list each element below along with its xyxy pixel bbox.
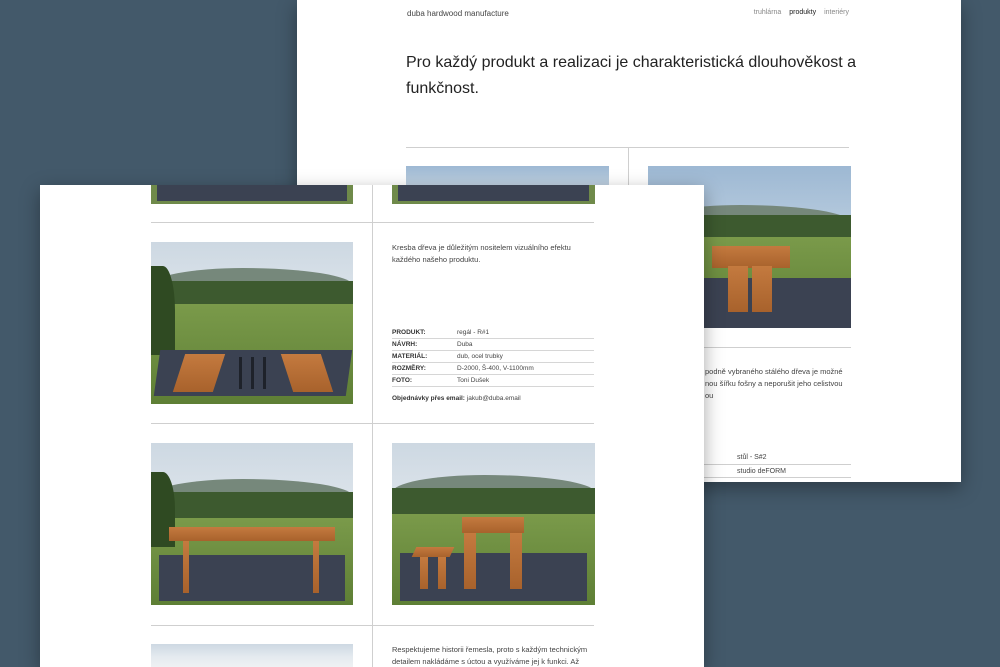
product-photo-table-bench[interactable] xyxy=(392,443,595,605)
column-divider xyxy=(372,185,373,667)
nav-item-produkty[interactable]: produkty xyxy=(789,9,816,16)
spec-row: NÁVRH: Duba xyxy=(392,338,594,351)
nav-item-truhlarna[interactable]: truhlárna xyxy=(754,9,782,16)
order-info: Objednávky přes email: jakub@duba.email xyxy=(392,395,521,402)
spec-product-value: stůl - S#2 xyxy=(737,454,767,461)
brand-logo[interactable]: duba hardwood manufacture xyxy=(407,9,509,18)
divider xyxy=(151,423,594,424)
front-page: Kresba dřeva je důležitým nositelem vizu… xyxy=(40,185,704,667)
product-description: Kresba dřeva je důležitým nositelem vizu… xyxy=(392,243,571,264)
spec-row: PRODUKT: regál - R#1 xyxy=(392,327,594,339)
main-nav: truhlárna produkty interiéry xyxy=(748,9,849,16)
order-email-link[interactable]: jakub@duba.email xyxy=(467,395,521,402)
product-photo-desk[interactable] xyxy=(151,443,353,605)
product-photo[interactable] xyxy=(151,185,353,204)
product-photo[interactable] xyxy=(151,644,353,667)
spec-table: PRODUKT: regál - R#1 NÁVRH: Duba MATERIÁL:… xyxy=(392,327,594,387)
product-description: podně vybraného stálého dřeva je možné n… xyxy=(705,367,843,400)
spec-row: MATERIÁL: dub, ocel trubky xyxy=(392,350,594,363)
spec-value: regál - R#1 xyxy=(457,327,594,339)
nav-item-interiery[interactable]: interiéry xyxy=(824,9,849,16)
spec-key: NÁVRH: xyxy=(392,338,457,351)
spec-key: ROZMĚRY: xyxy=(392,362,457,375)
spec-row: ROZMĚRY: D-2000, Š-400, V-1100mm xyxy=(392,362,594,375)
page-headline: Pro každý produkt a realizaci je charakt… xyxy=(406,54,856,97)
divider xyxy=(151,222,594,223)
spec-value: D-2000, Š-400, V-1100mm xyxy=(457,362,594,375)
spec-key: FOTO: xyxy=(392,374,457,387)
spec-key: MATERIÁL: xyxy=(392,350,457,363)
spec-key: PRODUKT: xyxy=(392,327,457,339)
spec-row: FOTO: Toni Dušek xyxy=(392,374,594,387)
product-photo-shelf[interactable] xyxy=(151,242,353,404)
product-photo[interactable] xyxy=(392,185,595,204)
spec-value: Toni Dušek xyxy=(457,374,594,387)
spec-value: dub, ocel trubky xyxy=(457,350,594,363)
product-description: Respektujeme historii řemesla, proto s k… xyxy=(392,645,588,666)
divider xyxy=(151,625,594,626)
order-label: Objednávky přes email: xyxy=(392,395,465,402)
spec-value: Duba xyxy=(457,338,594,351)
